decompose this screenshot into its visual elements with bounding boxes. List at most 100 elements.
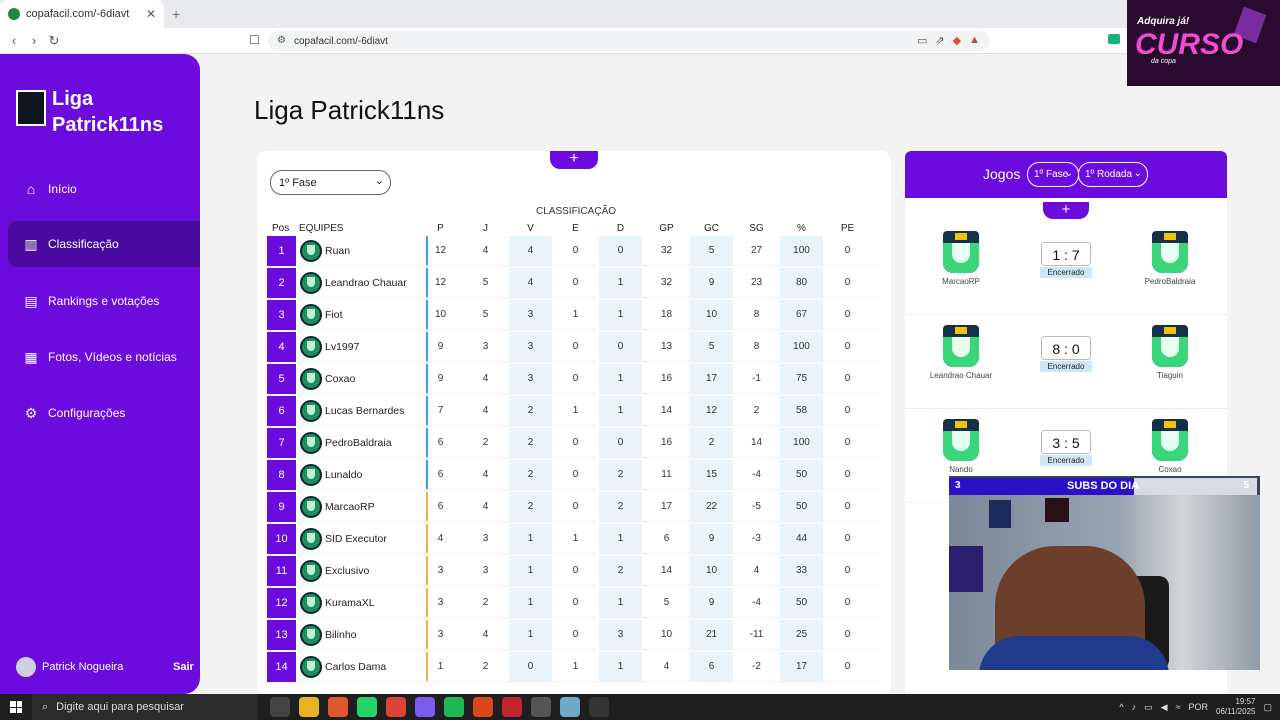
browser-tab[interactable]: copafacil.com/-6diavt ✕ [0, 0, 164, 28]
team-cell[interactable]: Coxao [300, 364, 355, 394]
spotify-icon[interactable] [444, 697, 464, 717]
team-cell[interactable]: Carlos Dama [300, 652, 386, 682]
table-row[interactable]: 12 KuramaXL 3 2 1 0 1 5 9 -4 50 0 [267, 588, 881, 618]
url-field[interactable]: ⚙ copafacil.com/-6diavt ▭ ⇗ ◆ ▲ [268, 31, 990, 51]
clock[interactable]: 19:57 06/11/2025 [1216, 697, 1255, 717]
table-row[interactable]: 13 Bilinho 3 4 1 0 3 10 21 -11 25 0 [267, 620, 881, 650]
extension-icon[interactable] [1108, 34, 1120, 44]
bookmark-icon[interactable]: ☐ [249, 33, 260, 47]
wifi-icon[interactable]: ≈ [1176, 702, 1181, 712]
brave-icon[interactable] [328, 697, 348, 717]
table-row[interactable]: 14 Carlos Dama 1 2 0 1 1 4 6 -2 17 0 [267, 652, 881, 682]
new-tab-icon[interactable]: + [172, 6, 180, 22]
discord-icon[interactable] [415, 697, 435, 717]
team-cell[interactable]: KuramaXL [300, 588, 375, 618]
mic-icon[interactable]: ♪ [1132, 702, 1137, 712]
app-icon[interactable] [589, 697, 609, 717]
task-view-icon[interactable] [270, 697, 290, 717]
team-cell[interactable]: Exclusivo [300, 556, 369, 586]
sidebar-item-fotos[interactable]: ▦ Fotos, Vídeos e notícias [0, 334, 200, 380]
home-team[interactable]: Nando [921, 419, 1001, 474]
shield-icon[interactable]: ◆ [953, 34, 961, 47]
match-card[interactable]: MarcaoRP 1 : 7 Encerrado PedroBaldraia [905, 221, 1227, 315]
chrome-icon[interactable] [386, 697, 406, 717]
user-profile[interactable]: Patrick Nogueira [16, 657, 123, 677]
back-icon[interactable]: ‹ [4, 33, 24, 48]
taskbar-search[interactable]: ⌕ Digite aqui para pesquisar [32, 694, 258, 720]
phase-select[interactable]: 1º Fase ⌄ [270, 170, 391, 195]
home-team[interactable]: Leandrao Chauar [921, 325, 1001, 380]
match-card[interactable]: Leandrao Chauar 8 : 0 Encerrado Tiaguin [905, 315, 1227, 409]
app-icon[interactable] [473, 697, 493, 717]
logout-button[interactable]: Sair [173, 661, 194, 673]
obs-icon[interactable] [531, 697, 551, 717]
table-row[interactable]: 3 Fiot 10 5 3 1 1 18 10 8 67 0 [267, 300, 881, 330]
table-row[interactable]: 9 MarcaoRP 6 4 2 0 2 17 22 -5 50 0 [267, 492, 881, 522]
header-col[interactable]: V [509, 223, 552, 234]
team-name: Ruan [325, 245, 351, 257]
app-icon[interactable] [502, 697, 522, 717]
table-row[interactable]: 10 SID Executor 4 3 1 1 1 6 9 -3 44 0 [267, 524, 881, 554]
team-cell[interactable]: Lucas Bernardes [300, 396, 404, 426]
row-divider [300, 425, 881, 426]
sidebar-item-rankings[interactable]: ▤ Rankings e votações [0, 278, 200, 324]
games-phase-select[interactable]: 1º Fase ⌄ [1027, 162, 1079, 187]
table-row[interactable]: 11 Exclusivo 3 3 1 0 2 14 10 4 33 0 [267, 556, 881, 586]
stat-cell: 14 [660, 565, 673, 576]
team-cell[interactable]: Ruan [300, 236, 350, 266]
volume-icon[interactable]: ◀ [1161, 702, 1168, 713]
header-col[interactable]: GC [690, 223, 733, 234]
header-col[interactable]: SG [735, 223, 778, 234]
table-row[interactable]: 6 Lucas Bernardes 7 4 2 1 1 14 12 2 58 0 [267, 396, 881, 426]
sidebar-item-classificacao[interactable]: ▥ Classificação [8, 221, 200, 267]
chevron-up-icon[interactable]: ^ [1119, 702, 1123, 712]
site-info-icon[interactable]: ⚙ [277, 35, 286, 46]
rewards-icon[interactable]: ▲ [969, 34, 980, 47]
table-row[interactable]: 8 Lunaldo 6 4 2 0 2 11 15 -4 50 0 [267, 460, 881, 490]
language-indicator[interactable]: POR [1189, 702, 1209, 712]
forward-icon[interactable]: › [24, 33, 44, 48]
table-row[interactable]: 4 Lv1997 9 3 3 0 0 13 5 8 100 0 [267, 332, 881, 362]
header-col[interactable]: P [419, 223, 462, 234]
away-team[interactable]: Coxao [1130, 419, 1210, 474]
table-row[interactable]: 7 PedroBaldraia 6 2 2 0 0 16 2 14 100 0 [267, 428, 881, 458]
games-round-select[interactable]: 1º Rodada ⌄ [1078, 162, 1148, 187]
header-col[interactable]: PE [826, 223, 869, 234]
header-col[interactable]: E [554, 223, 597, 234]
team-cell[interactable]: Lv1997 [300, 332, 359, 362]
notifications-icon[interactable]: ▢ [1263, 702, 1272, 713]
team-crest-icon [300, 272, 322, 294]
team-cell[interactable]: Lunaldo [300, 460, 362, 490]
reload-icon[interactable]: ↻ [44, 33, 64, 49]
share-icon[interactable]: ⇗ [935, 34, 944, 47]
team-cell[interactable]: Fiot [300, 300, 343, 330]
team-cell[interactable]: MarcaoRP [300, 492, 375, 522]
table-row[interactable]: 1 Ruan 12 4 4 0 0 32 5 27 100 0 [267, 236, 881, 266]
away-team[interactable]: PedroBaldraia [1130, 231, 1210, 286]
team-crest-icon [300, 528, 322, 550]
header-col[interactable]: % [780, 223, 823, 234]
install-icon[interactable]: ▭ [917, 34, 927, 47]
add-game-button[interactable]: + [1043, 202, 1089, 219]
header-col[interactable]: J [464, 223, 507, 234]
start-icon[interactable] [10, 701, 22, 713]
header-col[interactable]: GP [645, 223, 688, 234]
network-icon[interactable]: ▭ [1144, 702, 1153, 713]
file-explorer-icon[interactable] [299, 697, 319, 717]
header-col[interactable]: D [599, 223, 642, 234]
league-brand[interactable]: Liga Patrick11ns [16, 86, 172, 138]
team-cell[interactable]: Leandrao Chauar [300, 268, 407, 298]
whatsapp-icon[interactable] [357, 697, 377, 717]
away-team[interactable]: Tiaguin [1130, 325, 1210, 380]
team-cell[interactable]: Bilinho [300, 620, 357, 650]
app-icon[interactable] [560, 697, 580, 717]
add-button[interactable]: + [550, 151, 598, 169]
team-cell[interactable]: SID Executor [300, 524, 387, 554]
table-row[interactable]: 2 Leandrao Chauar 12 5 4 0 1 32 9 23 80 0 [267, 268, 881, 298]
close-tab-icon[interactable]: ✕ [146, 7, 156, 21]
table-row[interactable]: 5 Coxao 9 4 3 0 1 16 17 -1 75 0 [267, 364, 881, 394]
sidebar-item-inicio[interactable]: ⌂ Início [0, 166, 200, 212]
home-team[interactable]: MarcaoRP [921, 231, 1001, 286]
sidebar-item-configuracoes[interactable]: ⚙ Configurações [0, 390, 200, 436]
team-cell[interactable]: PedroBaldraia [300, 428, 392, 458]
